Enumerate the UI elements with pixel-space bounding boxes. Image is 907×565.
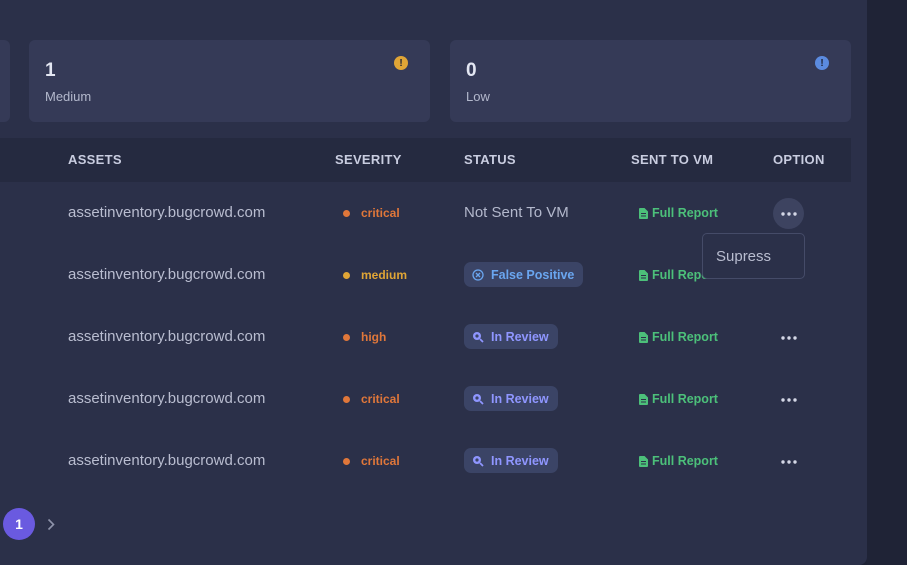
asset-link[interactable]: assetinventory.bugcrowd.com bbox=[68, 266, 265, 283]
asset-link[interactable]: assetinventory.bugcrowd.com bbox=[68, 390, 265, 407]
summary-card-medium: 1 Medium ! bbox=[29, 40, 430, 122]
medium-alert-icon: ! bbox=[394, 56, 408, 70]
severity-badge: critical bbox=[343, 392, 400, 406]
full-report-label: Full Report bbox=[652, 206, 718, 220]
asset-link[interactable]: assetinventory.bugcrowd.com bbox=[68, 204, 265, 221]
severity-label: critical bbox=[361, 392, 400, 406]
status-text: Not Sent To VM bbox=[464, 204, 569, 221]
status-badge-in-review: In Review bbox=[464, 448, 558, 473]
main-panel: 1 Medium ! 0 Low ! ASSETS SEVERITY STATU… bbox=[0, 0, 867, 565]
more-horizontal-icon bbox=[780, 211, 797, 216]
medium-count: 1 bbox=[45, 60, 56, 81]
severity-badge: critical bbox=[343, 206, 400, 220]
asset-link[interactable]: assetinventory.bugcrowd.com bbox=[68, 452, 265, 469]
low-alert-icon: ! bbox=[815, 56, 829, 70]
severity-dot-icon bbox=[343, 395, 350, 403]
severity-dot-icon bbox=[343, 209, 350, 217]
document-icon bbox=[639, 269, 648, 281]
full-report-label: Full Report bbox=[652, 454, 718, 468]
full-report-label: Full Report bbox=[652, 392, 718, 406]
low-label: Low bbox=[466, 89, 490, 104]
page-button-current[interactable]: 1 bbox=[3, 508, 35, 540]
menu-item-supress[interactable]: Supress bbox=[716, 248, 771, 265]
medium-label: Medium bbox=[45, 89, 92, 104]
column-header-severity: SEVERITY bbox=[335, 152, 402, 167]
more-horizontal-icon bbox=[780, 397, 797, 402]
column-header-option: OPTION bbox=[773, 152, 825, 167]
severity-badge: medium bbox=[343, 268, 407, 282]
right-sidebar-edge bbox=[867, 0, 907, 565]
severity-dot-icon bbox=[343, 333, 350, 341]
column-header-assets: ASSETS bbox=[68, 152, 122, 167]
severity-label: medium bbox=[361, 268, 408, 282]
document-icon bbox=[639, 331, 648, 343]
severity-badge: critical bbox=[343, 454, 400, 468]
full-report-label: Full Report bbox=[652, 330, 718, 344]
status-badge-false-positive: False Positive bbox=[464, 262, 584, 287]
summary-card-low: 0 Low ! bbox=[450, 40, 851, 122]
status-badge-in-review: In Review bbox=[464, 386, 558, 411]
full-report-link[interactable]: Full Report bbox=[639, 392, 718, 406]
more-horizontal-icon bbox=[780, 335, 797, 340]
search-icon bbox=[472, 455, 484, 467]
full-report-link[interactable]: Full Report bbox=[639, 206, 718, 220]
circle-x-icon bbox=[472, 268, 484, 281]
column-header-status: STATUS bbox=[464, 152, 516, 167]
status-badge-in-review: In Review bbox=[464, 324, 558, 349]
search-icon bbox=[472, 331, 484, 343]
severity-badge: high bbox=[343, 330, 386, 344]
summary-card-partial bbox=[0, 40, 10, 122]
severity-label: critical bbox=[361, 206, 400, 220]
severity-label: critical bbox=[361, 454, 400, 468]
document-icon bbox=[639, 455, 648, 467]
search-icon bbox=[472, 393, 484, 405]
table-row: assetinventory.bugcrowd.com high In Revi… bbox=[0, 306, 851, 368]
table-row: assetinventory.bugcrowd.com critical In … bbox=[0, 368, 851, 430]
row-options-button[interactable] bbox=[773, 322, 804, 353]
table-header: ASSETS SEVERITY STATUS SENT TO VM OPTION bbox=[0, 138, 851, 182]
severity-label: high bbox=[361, 330, 387, 344]
table-row: assetinventory.bugcrowd.com critical In … bbox=[0, 430, 851, 492]
status-label: In Review bbox=[491, 391, 549, 406]
status-label: In Review bbox=[491, 453, 549, 468]
more-horizontal-icon bbox=[780, 459, 797, 464]
chevron-right-icon bbox=[47, 518, 55, 530]
row-options-button[interactable] bbox=[773, 198, 804, 229]
document-icon bbox=[639, 207, 648, 219]
asset-link[interactable]: assetinventory.bugcrowd.com bbox=[68, 328, 265, 345]
options-dropdown: Supress bbox=[702, 233, 805, 279]
row-options-button[interactable] bbox=[773, 446, 804, 477]
status-label: In Review bbox=[491, 329, 549, 344]
column-header-sent-to-vm: SENT TO VM bbox=[631, 152, 714, 167]
severity-dot-icon bbox=[343, 457, 350, 465]
severity-dot-icon bbox=[343, 271, 350, 279]
full-report-link[interactable]: Full Report bbox=[639, 454, 718, 468]
low-count: 0 bbox=[466, 60, 477, 81]
next-page-button[interactable] bbox=[44, 515, 58, 533]
status-label: False Positive bbox=[491, 267, 575, 282]
row-options-button[interactable] bbox=[773, 384, 804, 415]
full-report-link[interactable]: Full Report bbox=[639, 330, 718, 344]
document-icon bbox=[639, 393, 648, 405]
